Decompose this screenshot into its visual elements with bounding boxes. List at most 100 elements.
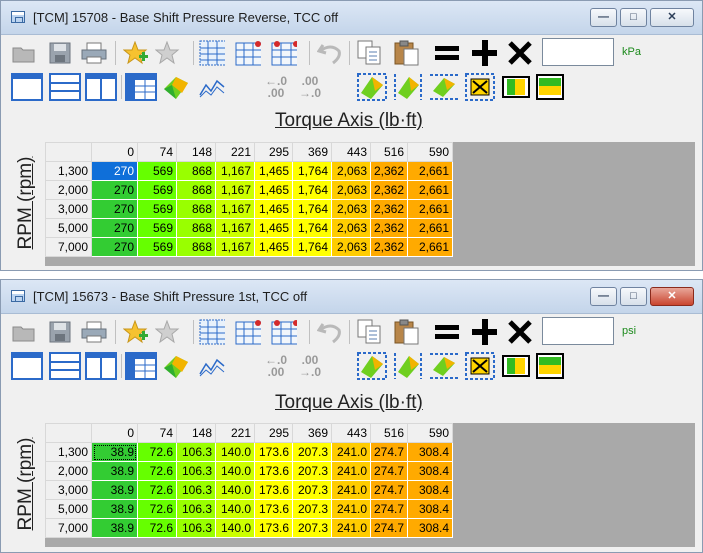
table-cell[interactable]: 569 — [137, 237, 177, 257]
table-cell[interactable]: 2,661 — [407, 199, 454, 219]
operand-input[interactable] — [542, 38, 614, 66]
table-cell[interactable]: 1,465 — [254, 199, 293, 219]
column-header[interactable]: 516 — [369, 423, 409, 443]
table-cell[interactable]: 72.6 — [137, 461, 177, 481]
difference-table-icon[interactable] — [271, 40, 297, 66]
maximize-button[interactable]: □ — [620, 287, 647, 306]
copy-icon[interactable] — [357, 40, 383, 66]
maximize-button[interactable]: □ — [620, 8, 647, 27]
table-cell[interactable]: 207.3 — [292, 499, 332, 519]
column-header[interactable]: 590 — [407, 142, 454, 162]
row-header[interactable]: 7,000 — [45, 518, 92, 538]
add-icon[interactable] — [471, 319, 497, 345]
table-cell[interactable]: 173.6 — [254, 461, 293, 481]
row-header[interactable]: 3,000 — [45, 199, 92, 219]
interpolate-vertical-icon[interactable] — [429, 353, 459, 379]
table-cell[interactable]: 207.3 — [292, 461, 332, 481]
minimize-button[interactable]: — — [590, 8, 617, 27]
row-header[interactable]: 5,000 — [45, 499, 92, 519]
table-cell[interactable]: 270 — [91, 237, 138, 257]
table-cell[interactable]: 274.7 — [369, 442, 409, 462]
table-cell[interactable]: 569 — [137, 199, 177, 219]
column-header[interactable]: 148 — [176, 142, 216, 162]
equals-icon[interactable] — [433, 40, 459, 66]
interpolate-horizontal-icon[interactable] — [393, 353, 423, 379]
table-cell[interactable]: 38.9 — [91, 518, 138, 538]
table-cell[interactable]: 1,167 — [215, 161, 255, 181]
table-cell[interactable]: 274.7 — [369, 480, 409, 500]
table-cell[interactable]: 2,661 — [407, 237, 454, 257]
row-header[interactable]: 1,300 — [45, 442, 92, 462]
column-header[interactable]: 148 — [176, 423, 216, 443]
table-cell[interactable]: 868 — [176, 218, 216, 238]
single-view-icon[interactable] — [11, 352, 43, 380]
table-cell[interactable]: 868 — [176, 237, 216, 257]
undo-icon[interactable] — [317, 40, 343, 66]
operand-input[interactable] — [542, 317, 614, 345]
open-folder-icon[interactable] — [11, 40, 37, 66]
column-header[interactable]: 516 — [369, 142, 409, 162]
table-cell[interactable]: 38.9 — [91, 499, 138, 519]
column-header[interactable]: 369 — [292, 142, 332, 162]
column-header[interactable]: 221 — [215, 142, 255, 162]
table-cell[interactable]: 1,764 — [292, 237, 332, 257]
increase-decimals-icon[interactable]: ←.0.00 — [259, 74, 293, 100]
table-cell[interactable]: 2,362 — [369, 180, 409, 200]
table-cell[interactable]: 173.6 — [254, 499, 293, 519]
table-cell[interactable]: 270 — [91, 161, 138, 181]
remove-favorite-icon[interactable] — [155, 319, 181, 345]
column-header[interactable]: 0 — [91, 423, 138, 443]
graph-2d-icon[interactable] — [197, 353, 227, 379]
table-cell[interactable]: 140.0 — [215, 461, 255, 481]
column-header[interactable]: 221 — [215, 423, 255, 443]
open-folder-icon[interactable] — [11, 319, 37, 345]
table-cell[interactable]: 1,167 — [215, 199, 255, 219]
row-header[interactable]: 3,000 — [45, 480, 92, 500]
table-cell[interactable]: 106.3 — [176, 442, 216, 462]
table-cell[interactable]: 274.7 — [369, 499, 409, 519]
table-cell[interactable]: 1,764 — [292, 180, 332, 200]
table-cell[interactable]: 173.6 — [254, 442, 293, 462]
table-cell[interactable]: 106.3 — [176, 518, 216, 538]
table-cell[interactable]: 2,661 — [407, 180, 454, 200]
table-cell[interactable]: 868 — [176, 180, 216, 200]
fill-vertical-icon[interactable] — [535, 353, 565, 379]
add-favorite-icon[interactable] — [123, 319, 149, 345]
difference-table-icon[interactable] — [271, 319, 297, 345]
table-cell[interactable]: 72.6 — [137, 480, 177, 500]
row-header[interactable]: 7,000 — [45, 237, 92, 257]
row-header[interactable]: 5,000 — [45, 218, 92, 238]
fill-selection-icon[interactable] — [465, 73, 495, 101]
column-header[interactable]: 0 — [91, 142, 138, 162]
table-cell[interactable]: 308.4 — [407, 442, 454, 462]
table-cell[interactable]: 1,465 — [254, 237, 293, 257]
minimize-button[interactable]: — — [590, 287, 617, 306]
table-cell[interactable]: 2,063 — [331, 180, 371, 200]
table-cell[interactable]: 569 — [137, 218, 177, 238]
table-cell[interactable]: 569 — [137, 180, 177, 200]
table-cell[interactable]: 2,362 — [369, 218, 409, 238]
table-cell[interactable]: 270 — [91, 199, 138, 219]
compare-table-icon[interactable] — [235, 40, 261, 66]
table-cell[interactable]: 72.6 — [137, 442, 177, 462]
close-button[interactable]: ✕ — [650, 8, 694, 27]
column-header[interactable]: 295 — [254, 142, 293, 162]
interpolate-all-icon[interactable] — [357, 352, 387, 380]
increase-decimals-icon[interactable]: ←.0.00 — [259, 353, 293, 379]
table-cell[interactable]: 1,465 — [254, 161, 293, 181]
table-cell[interactable]: 38.9 — [91, 480, 138, 500]
equals-icon[interactable] — [433, 319, 459, 345]
table-cell[interactable]: 106.3 — [176, 480, 216, 500]
table-grid-icon[interactable] — [125, 73, 157, 101]
fill-horizontal-icon[interactable] — [501, 74, 531, 100]
table-cell[interactable]: 207.3 — [292, 480, 332, 500]
table-view-icon[interactable] — [199, 40, 225, 66]
single-view-icon[interactable] — [11, 73, 43, 101]
table-cell[interactable]: 308.4 — [407, 480, 454, 500]
vertical-split-icon[interactable] — [85, 73, 117, 101]
table-cell[interactable]: 241.0 — [331, 499, 371, 519]
table-cell[interactable]: 2,661 — [407, 161, 454, 181]
close-button[interactable]: ✕ — [650, 287, 694, 306]
vertical-split-icon[interactable] — [85, 352, 117, 380]
table-cell[interactable]: 274.7 — [369, 518, 409, 538]
